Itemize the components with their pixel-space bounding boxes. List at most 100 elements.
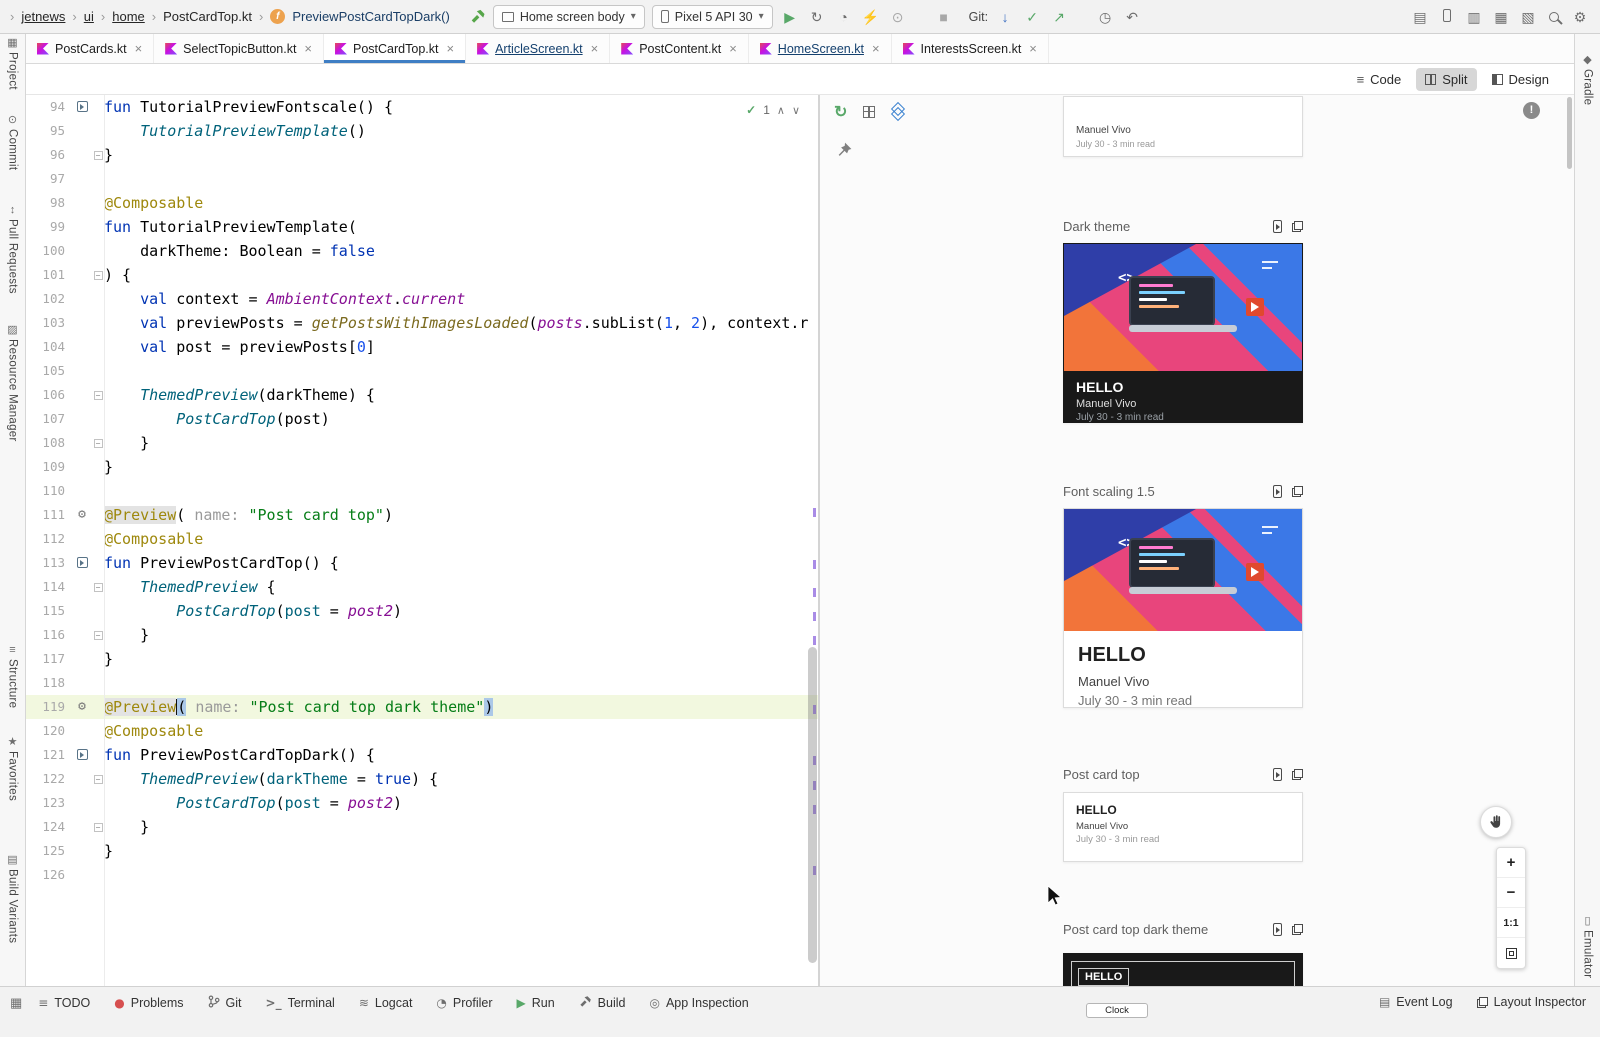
code-line-108[interactable]: 108− } — [26, 431, 818, 455]
code-line-99[interactable]: 99fun TutorialPreviewTemplate( — [26, 215, 818, 239]
statusbar-item-problems[interactable]: ●Problems — [114, 996, 183, 1010]
git-update-button[interactable]: ↓ — [995, 7, 1015, 27]
view-mode-design[interactable]: Design — [1483, 68, 1558, 91]
zoom-in-button[interactable]: + — [1497, 848, 1525, 878]
statusbar-item-terminal[interactable]: >_Terminal — [266, 996, 335, 1010]
code-line-95[interactable]: 95 TutorialPreviewTemplate() — [26, 119, 818, 143]
code-editor[interactable]: 94fun TutorialPreviewFontscale() {95 Tut… — [26, 95, 818, 986]
code-line-94[interactable]: 94fun TutorialPreviewFontscale() { — [26, 95, 818, 119]
device-select[interactable]: Pixel 5 API 30 ▾ — [652, 5, 773, 29]
code-line-103[interactable]: 103 val previewPosts = getPostsWithImage… — [26, 311, 818, 335]
statusbar-item-build[interactable]: Build — [579, 995, 626, 1010]
run-preview-gutter-icon[interactable] — [77, 101, 88, 112]
code-line-121[interactable]: 121fun PreviewPostCardTopDark() { — [26, 743, 818, 767]
tab-SelectTopicButton.kt[interactable]: SelectTopicButton.kt× — [154, 34, 324, 63]
device-manager-button[interactable] — [1437, 7, 1457, 27]
sidebar-item-favorites[interactable]: ★Favorites — [0, 737, 25, 801]
tab-close-icon[interactable]: × — [135, 41, 143, 56]
zoom-to-fit-button[interactable] — [1497, 938, 1525, 968]
code-line-123[interactable]: 123 PostCardTop(post = post2) — [26, 791, 818, 815]
copy-preview-icon[interactable] — [1292, 486, 1303, 497]
issues-icon[interactable]: ! — [1523, 102, 1540, 119]
undo-button[interactable]: ↶ — [1122, 7, 1142, 27]
tab-InterestsScreen.kt[interactable]: InterestsScreen.kt× — [892, 34, 1049, 63]
run-on-device-icon[interactable] — [1273, 485, 1282, 498]
tab-close-icon[interactable]: × — [1029, 41, 1037, 56]
code-line-96[interactable]: 96−} — [26, 143, 818, 167]
run-preview-gutter-icon[interactable] — [77, 557, 88, 568]
sidebar-item-emulator[interactable]: ▯Emulator — [1575, 916, 1600, 978]
sdk-manager-button[interactable]: ▦ — [1491, 7, 1511, 27]
sidebar-item-commit[interactable]: ⊙Commit — [0, 115, 25, 170]
fold-icon[interactable]: − — [94, 151, 103, 160]
split-divider[interactable] — [818, 95, 820, 986]
sidebar-item-resource-manager[interactable]: ▨Resource Manager — [0, 325, 25, 442]
pan-hand-button[interactable] — [1480, 806, 1512, 838]
code-line-122[interactable]: 122− ThemedPreview(darkTheme = true) { — [26, 767, 818, 791]
build-hammer-icon[interactable] — [470, 8, 486, 26]
clock-pill[interactable]: Clock — [1086, 1003, 1148, 1018]
tab-PostCardTop.kt[interactable]: PostCardTop.kt× — [324, 34, 466, 63]
statusbar-item-app-inspection[interactable]: ◎App Inspection — [649, 996, 748, 1010]
prev-issue-button[interactable]: ∧ — [777, 104, 785, 117]
view-mode-split[interactable]: Split — [1416, 68, 1476, 91]
run-button[interactable]: ▶ — [780, 7, 800, 27]
sidebar-item-structure[interactable]: ≡Structure — [0, 645, 25, 708]
code-line-102[interactable]: 102 val context = AmbientContext.current — [26, 287, 818, 311]
fold-icon[interactable]: − — [94, 775, 103, 784]
git-push-button[interactable]: ↗ — [1049, 7, 1069, 27]
tab-close-icon[interactable]: × — [872, 41, 880, 56]
apply-changes-button[interactable]: ↻ — [807, 7, 827, 27]
git-commit-button[interactable]: ✓ — [1022, 7, 1042, 27]
code-line-101[interactable]: 101−) { — [26, 263, 818, 287]
preview-name[interactable]: Post card top dark theme — [1063, 922, 1208, 937]
sidebar-item-gradle[interactable]: ◆Gradle — [1575, 55, 1600, 105]
attach-debugger-button[interactable]: ⊙ — [888, 7, 908, 27]
preview-card-font-scaling[interactable]: <> HELLO Manuel Vivo July 30 - 3 min rea… — [1063, 508, 1303, 708]
profiler-button[interactable]: ◔ — [834, 7, 854, 27]
tab-ArticleScreen.kt[interactable]: ArticleScreen.kt× — [466, 34, 610, 63]
breadcrumb-function[interactable]: PreviewPostCardTopDark() — [292, 9, 450, 24]
statusbar-item-profiler[interactable]: ◔Profiler — [436, 996, 492, 1010]
run-on-device-icon[interactable] — [1273, 923, 1282, 936]
statusbar-item-layout-inspector[interactable]: Layout Inspector — [1477, 995, 1586, 1009]
tab-close-icon[interactable]: × — [591, 41, 599, 56]
code-line-116[interactable]: 116− } — [26, 623, 818, 647]
preview-card-partial[interactable]: Manuel Vivo July 30 - 3 min read — [1063, 96, 1303, 157]
breadcrumb-ui[interactable]: ui — [84, 9, 94, 24]
code-line-113[interactable]: 113fun PreviewPostCardTop() { — [26, 551, 818, 575]
code-line-120[interactable]: 120@Composable — [26, 719, 818, 743]
code-line-114[interactable]: 114− ThemedPreview { — [26, 575, 818, 599]
code-line-125[interactable]: 125} — [26, 839, 818, 863]
next-issue-button[interactable]: ∨ — [792, 104, 800, 117]
code-line-107[interactable]: 107 PostCardTop(post) — [26, 407, 818, 431]
tab-HomeScreen.kt[interactable]: HomeScreen.kt× — [749, 34, 892, 63]
code-line-106[interactable]: 106− ThemedPreview(darkTheme) { — [26, 383, 818, 407]
code-line-110[interactable]: 110 — [26, 479, 818, 503]
view-options-icon[interactable] — [863, 106, 875, 118]
statusbar-item-event-log[interactable]: ▤Event Log — [1379, 995, 1453, 1009]
copy-preview-icon[interactable] — [1292, 769, 1303, 780]
copy-preview-icon[interactable] — [1292, 221, 1303, 232]
tab-PostContent.kt[interactable]: PostContent.kt× — [610, 34, 749, 63]
fold-icon[interactable]: − — [94, 583, 103, 592]
run-on-device-icon[interactable] — [1273, 768, 1282, 781]
zoom-out-button[interactable]: − — [1497, 878, 1525, 908]
refresh-preview-icon[interactable]: ↻ — [834, 102, 847, 122]
sidebar-item-build-variants[interactable]: ▤Build Variants — [0, 855, 25, 943]
tab-close-icon[interactable]: × — [446, 41, 454, 56]
preview-name[interactable]: Post card top — [1063, 767, 1140, 782]
code-line-118[interactable]: 118 — [26, 671, 818, 695]
stop-button[interactable]: ■ — [934, 7, 954, 27]
run-config-select[interactable]: Home screen body ▾ — [493, 5, 645, 29]
breadcrumb-home[interactable]: home — [112, 9, 145, 24]
tool-window-switcher-icon[interactable]: ▦ — [10, 995, 22, 1011]
pin-icon[interactable] — [836, 141, 853, 161]
code-line-104[interactable]: 104 val post = previewPosts[0] — [26, 335, 818, 359]
preview-name[interactable]: Dark theme — [1063, 219, 1130, 234]
preview-scrollbar[interactable] — [1567, 97, 1572, 169]
code-line-97[interactable]: 97 — [26, 167, 818, 191]
sidebar-item-pull-requests[interactable]: ↕Pull Requests — [0, 205, 25, 294]
tab-close-icon[interactable]: × — [729, 41, 737, 56]
fold-icon[interactable]: − — [94, 823, 103, 832]
